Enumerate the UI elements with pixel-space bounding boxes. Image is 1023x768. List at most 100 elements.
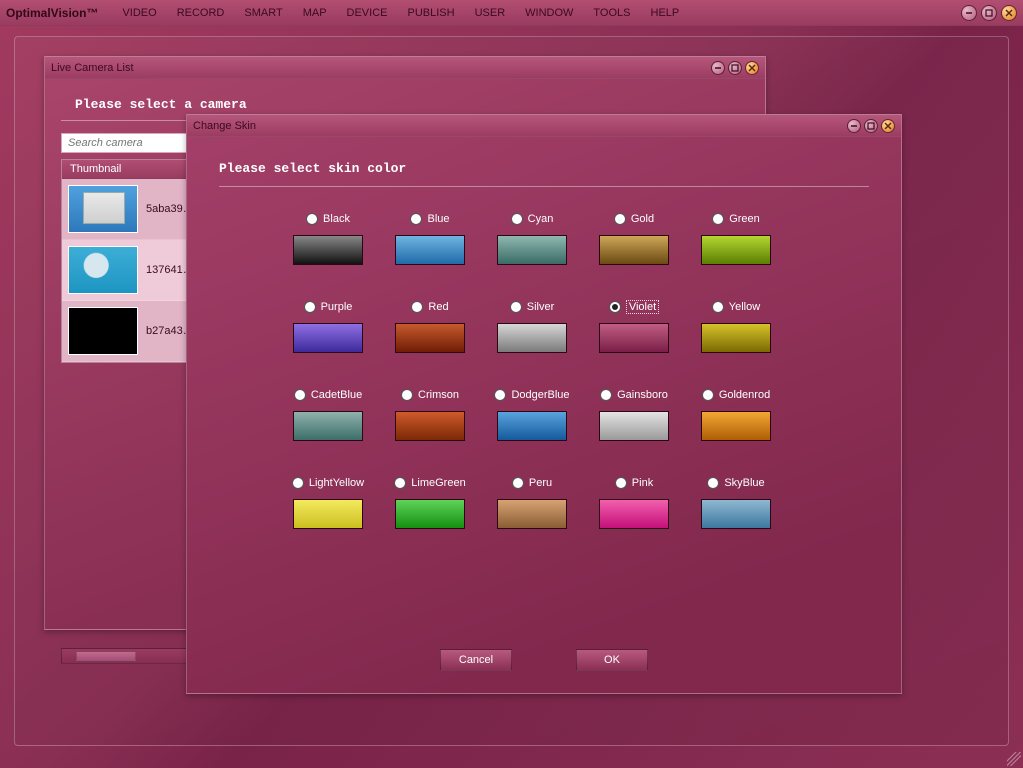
swatch-purple[interactable]	[293, 323, 363, 353]
camera-list-title: Live Camera List	[51, 62, 134, 74]
swatch-red[interactable]	[395, 323, 465, 353]
table-row[interactable]: 5aba39…	[62, 179, 200, 240]
skin-option-violet[interactable]: Violet	[585, 299, 683, 353]
skin-option-peru[interactable]: Peru	[483, 475, 581, 529]
skin-option-cyan[interactable]: Cyan	[483, 211, 581, 265]
resize-grip-icon[interactable]	[1007, 752, 1021, 766]
radio-dodgerblue[interactable]	[494, 389, 506, 401]
menu-item-publish[interactable]: PUBLISH	[398, 4, 465, 22]
minimize-button[interactable]	[961, 5, 977, 21]
change-skin-close-button[interactable]	[881, 119, 895, 133]
radio-violet[interactable]	[609, 301, 621, 313]
swatch-cadetblue[interactable]	[293, 411, 363, 441]
swatch-lightyellow[interactable]	[293, 499, 363, 529]
menu-item-video[interactable]: VIDEO	[112, 4, 166, 22]
swatch-black[interactable]	[293, 235, 363, 265]
maximize-button[interactable]	[981, 5, 997, 21]
radio-gainsboro[interactable]	[600, 389, 612, 401]
radio-cyan[interactable]	[511, 213, 523, 225]
menu-item-smart[interactable]: SMART	[234, 4, 292, 22]
table-row[interactable]: b27a43…	[62, 301, 200, 362]
skin-option-label: Red	[428, 301, 448, 313]
swatch-cyan[interactable]	[497, 235, 567, 265]
menu-item-user[interactable]: USER	[465, 4, 516, 22]
swatch-blue[interactable]	[395, 235, 465, 265]
search-input[interactable]	[61, 133, 201, 153]
skin-option-dodgerblue[interactable]: DodgerBlue	[483, 387, 581, 441]
skin-option-blue[interactable]: Blue	[381, 211, 479, 265]
swatch-green[interactable]	[701, 235, 771, 265]
radio-pink[interactable]	[615, 477, 627, 489]
radio-cadetblue[interactable]	[294, 389, 306, 401]
ok-button[interactable]: OK	[576, 649, 648, 671]
change-skin-titlebar[interactable]: Change Skin	[187, 115, 901, 137]
radio-black[interactable]	[306, 213, 318, 225]
radio-peru[interactable]	[512, 477, 524, 489]
close-button[interactable]	[1001, 5, 1017, 21]
swatch-crimson[interactable]	[395, 411, 465, 441]
camera-list-titlebar[interactable]: Live Camera List	[45, 57, 765, 79]
skin-color-grid: Black BlueCyanGoldGreen Purple Red Silver Vio…	[279, 211, 869, 529]
skin-option-pink[interactable]: Pink	[585, 475, 683, 529]
radio-limegreen[interactable]	[394, 477, 406, 489]
swatch-goldenrod[interactable]	[701, 411, 771, 441]
dialog-button-row: Cancel OK	[219, 649, 869, 671]
radio-blue[interactable]	[410, 213, 422, 225]
skin-option-gainsboro[interactable]: Gainsboro	[585, 387, 683, 441]
skin-option-label: Pink	[632, 477, 653, 489]
radio-skyblue[interactable]	[707, 477, 719, 489]
skin-option-red[interactable]: Red	[381, 299, 479, 353]
skin-option-label: Yellow	[729, 301, 760, 313]
camera-list-minimize-button[interactable]	[711, 61, 725, 75]
radio-purple[interactable]	[304, 301, 316, 313]
swatch-limegreen[interactable]	[395, 499, 465, 529]
menu-item-device[interactable]: DEVICE	[337, 4, 398, 22]
swatch-yellow[interactable]	[701, 323, 771, 353]
skin-option-label: LimeGreen	[411, 477, 465, 489]
swatch-peru[interactable]	[497, 499, 567, 529]
radio-gold[interactable]	[614, 213, 626, 225]
radio-red[interactable]	[411, 301, 423, 313]
skin-option-black[interactable]: Black	[279, 211, 377, 265]
radio-lightyellow[interactable]	[292, 477, 304, 489]
radio-green[interactable]	[712, 213, 724, 225]
skin-option-skyblue[interactable]: SkyBlue	[687, 475, 785, 529]
skin-option-purple[interactable]: Purple	[279, 299, 377, 353]
swatch-dodgerblue[interactable]	[497, 411, 567, 441]
change-skin-maximize-button[interactable]	[864, 119, 878, 133]
swatch-gold[interactable]	[599, 235, 669, 265]
camera-list-close-button[interactable]	[745, 61, 759, 75]
camera-list-maximize-button[interactable]	[728, 61, 742, 75]
menu-item-help[interactable]: HELP	[641, 4, 690, 22]
camera-thumbnail	[68, 185, 138, 233]
skin-option-cadetblue[interactable]: CadetBlue	[279, 387, 377, 441]
table-row[interactable]: 137641…	[62, 240, 200, 301]
radio-silver[interactable]	[510, 301, 522, 313]
radio-crimson[interactable]	[401, 389, 413, 401]
swatch-violet[interactable]	[599, 323, 669, 353]
swatch-pink[interactable]	[599, 499, 669, 529]
skin-option-crimson[interactable]: Crimson	[381, 387, 479, 441]
radio-yellow[interactable]	[712, 301, 724, 313]
swatch-silver[interactable]	[497, 323, 567, 353]
skin-option-label: Black	[323, 213, 350, 225]
skin-option-gold[interactable]: Gold	[585, 211, 683, 265]
skin-option-limegreen[interactable]: LimeGreen	[381, 475, 479, 529]
scrollbar-thumb[interactable]	[76, 651, 136, 661]
swatch-skyblue[interactable]	[701, 499, 771, 529]
skin-option-green[interactable]: Green	[687, 211, 785, 265]
menu-item-record[interactable]: RECORD	[167, 4, 235, 22]
menu-item-window[interactable]: WINDOW	[515, 4, 583, 22]
change-skin-minimize-button[interactable]	[847, 119, 861, 133]
skin-option-label: Silver	[527, 301, 555, 313]
skin-option-yellow[interactable]: Yellow	[687, 299, 785, 353]
cancel-button[interactable]: Cancel	[440, 649, 512, 671]
skin-option-silver[interactable]: Silver	[483, 299, 581, 353]
menu-item-tools[interactable]: TOOLS	[583, 4, 640, 22]
menu-item-map[interactable]: MAP	[293, 4, 337, 22]
camera-table-header[interactable]: Thumbnail	[62, 160, 200, 179]
radio-goldenrod[interactable]	[702, 389, 714, 401]
skin-option-goldenrod[interactable]: Goldenrod	[687, 387, 785, 441]
swatch-gainsboro[interactable]	[599, 411, 669, 441]
skin-option-lightyellow[interactable]: LightYellow	[279, 475, 377, 529]
